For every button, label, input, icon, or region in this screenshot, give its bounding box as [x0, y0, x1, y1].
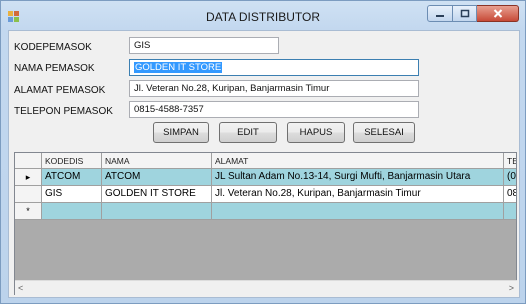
cell-nama[interactable] — [102, 203, 212, 220]
column-header-alamat[interactable]: ALAMAT — [212, 153, 504, 169]
horizontal-scrollbar[interactable]: < > — [15, 280, 517, 295]
app-window: DATA DISTRIBUTOR KODEPEMASOK GIS NAMA PE… — [0, 0, 526, 304]
telepon-field[interactable]: 0815-4588-7357 — [129, 101, 419, 118]
column-header-kodedis[interactable]: KODEDIS — [42, 153, 102, 169]
simpan-button[interactable]: SIMPAN — [153, 122, 209, 143]
close-button[interactable] — [477, 5, 519, 22]
scroll-right-icon[interactable]: > — [509, 283, 514, 293]
cell-telepon[interactable]: (051 — [504, 169, 516, 186]
table-row[interactable]: ▸ ATCOM ATCOM JL Sultan Adam No.13-14, S… — [15, 169, 516, 186]
kode-field[interactable]: GIS — [129, 37, 279, 54]
nama-selected-text: GOLDEN IT STORE — [134, 62, 223, 73]
new-row-indicator[interactable]: * — [15, 203, 42, 220]
nama-field[interactable]: GOLDEN IT STORE — [129, 59, 419, 76]
cell-kode[interactable] — [42, 203, 102, 220]
hapus-button[interactable]: HAPUS — [287, 122, 345, 143]
telepon-label: TELEPON PEMASOK — [14, 106, 113, 117]
cell-nama[interactable]: ATCOM — [102, 169, 212, 186]
edit-button[interactable]: EDIT — [219, 122, 277, 143]
maximize-button[interactable] — [453, 5, 477, 22]
row-header[interactable] — [15, 186, 42, 203]
nama-label: NAMA PEMASOK — [14, 63, 95, 74]
maximize-icon — [460, 9, 469, 18]
table-row[interactable]: GIS GOLDEN IT STORE Jl. Veteran No.28, K… — [15, 186, 516, 203]
cell-kode[interactable]: ATCOM — [42, 169, 102, 186]
kode-label: KODEPEMASOK — [14, 42, 92, 53]
close-icon — [493, 9, 502, 18]
minimize-icon — [436, 14, 444, 17]
cell-telepon[interactable]: 0815 — [504, 186, 516, 203]
cell-telepon[interactable] — [504, 203, 516, 220]
cell-kode[interactable]: GIS — [42, 186, 102, 203]
alamat-label: ALAMAT PEMASOK — [14, 85, 106, 96]
cell-nama[interactable]: GOLDEN IT STORE — [102, 186, 212, 203]
alamat-field[interactable]: Jl. Veteran No.28, Kuripan, Banjarmasin … — [129, 80, 419, 97]
corner-header — [15, 153, 42, 169]
title-bar[interactable]: DATA DISTRIBUTOR — [1, 1, 525, 31]
minimize-button[interactable] — [427, 5, 453, 22]
distributor-grid[interactable]: KODEDIS NAMA ALAMAT TELI ▸ ATCOM ATCOM J… — [14, 152, 517, 295]
cell-alamat[interactable]: JL Sultan Adam No.13-14, Surgi Mufti, Ba… — [212, 169, 504, 186]
row-current-indicator[interactable]: ▸ — [15, 169, 42, 186]
grid-header-row: KODEDIS NAMA ALAMAT TELI — [15, 153, 516, 170]
column-header-nama[interactable]: NAMA — [102, 153, 212, 169]
cell-alamat[interactable]: Jl. Veteran No.28, Kuripan, Banjarmasin … — [212, 186, 504, 203]
table-row-new[interactable]: * — [15, 203, 516, 220]
column-header-telepon[interactable]: TELI — [504, 153, 516, 169]
selesai-button[interactable]: SELESAI — [353, 122, 415, 143]
cell-alamat[interactable] — [212, 203, 504, 220]
form-client-area: KODEPEMASOK GIS NAMA PEMASOK GOLDEN IT S… — [8, 30, 520, 298]
scroll-left-icon[interactable]: < — [18, 283, 23, 293]
